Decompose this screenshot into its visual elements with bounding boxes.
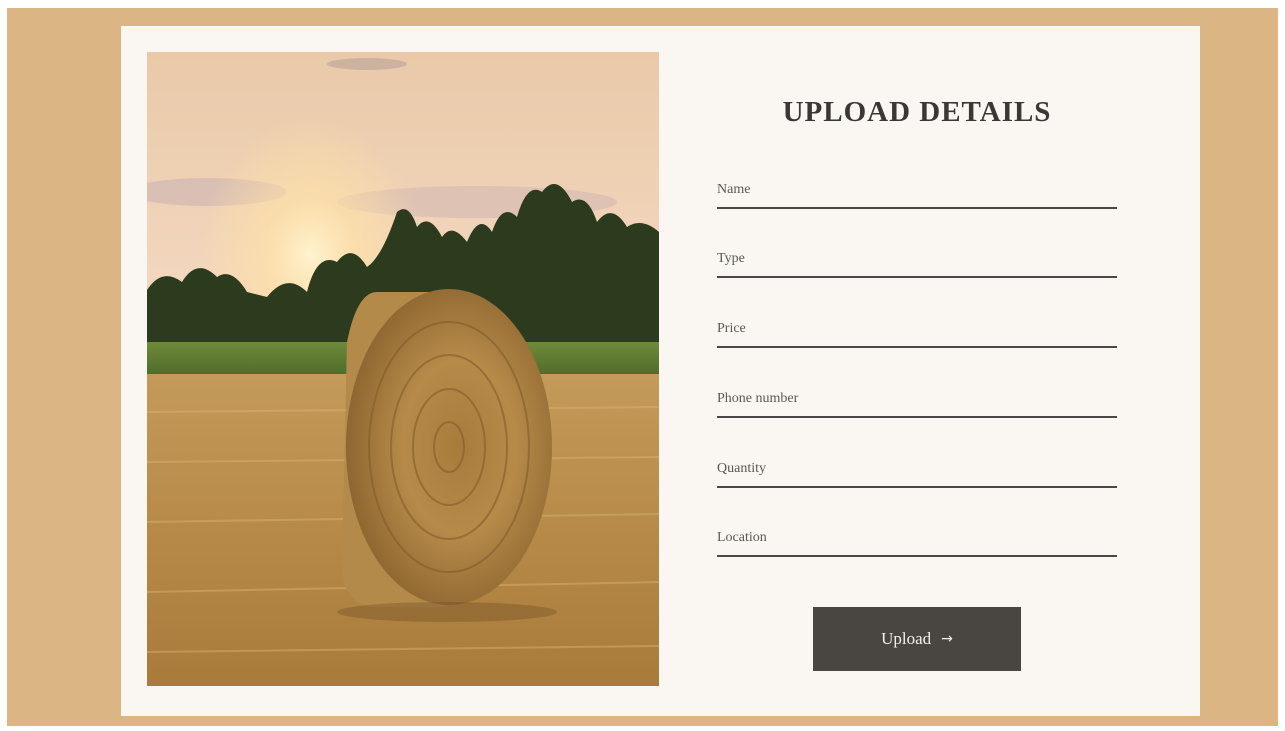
price-input[interactable]: [717, 312, 1117, 346]
type-input[interactable]: [717, 242, 1117, 276]
type-field[interactable]: [717, 242, 1117, 278]
name-field[interactable]: [717, 173, 1117, 209]
upload-button[interactable]: Upload →: [813, 607, 1021, 671]
phone-number-field[interactable]: [717, 382, 1117, 418]
page: UPLOAD DETAILS Upload →: [0, 0, 1285, 731]
arrow-right-icon: →: [941, 631, 953, 647]
location-input[interactable]: [717, 521, 1117, 555]
quantity-input[interactable]: [717, 452, 1117, 486]
hay-bale-photo: [147, 52, 659, 686]
price-field[interactable]: [717, 312, 1117, 348]
upload-button-label: Upload: [881, 629, 932, 648]
location-field[interactable]: [717, 521, 1117, 557]
page-title: UPLOAD DETAILS: [782, 96, 1052, 128]
name-input[interactable]: [717, 173, 1117, 207]
quantity-field[interactable]: [717, 452, 1117, 488]
phone-number-input[interactable]: [717, 382, 1117, 416]
